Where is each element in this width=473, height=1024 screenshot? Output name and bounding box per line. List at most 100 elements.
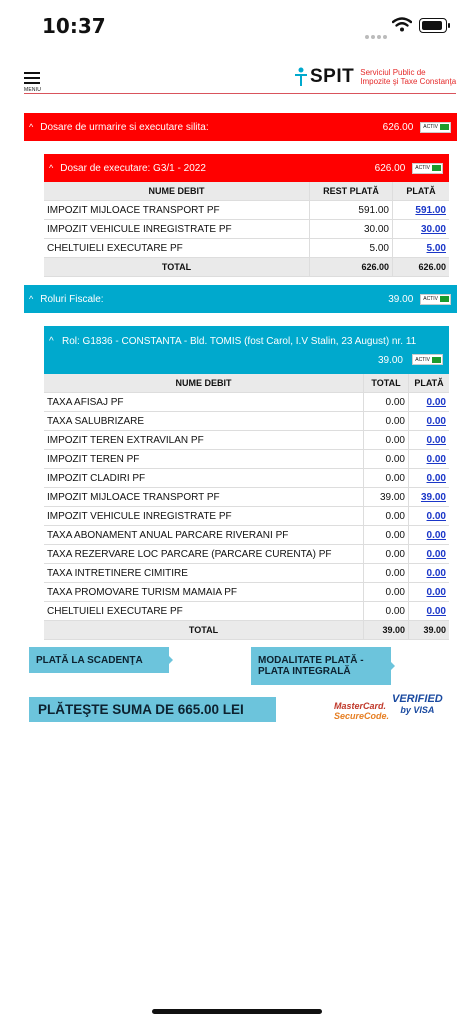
pay-cell: 0.00 [408, 525, 449, 545]
table-row: TAXA PROMOVARE TURISM MAMAIA PF 0.00 0.00 [44, 582, 449, 602]
table-row: IMPOZIT MIJLOACE TRANSPORT PF 591.00 591.0… [44, 200, 449, 220]
roluri-title: Roluri Fiscale: [40, 293, 104, 305]
home-indicator [152, 1009, 322, 1014]
status-badge: ACTIV [412, 354, 443, 365]
pay-cell: 0.00 [408, 468, 449, 488]
table-row: TAXA SALUBRIZARE 0.00 0.00 [44, 411, 449, 431]
total-pay: 39.00 [408, 620, 449, 640]
debit-amount: 591.00 [309, 200, 393, 220]
pay-amount-link[interactable]: 0.00 [427, 568, 446, 579]
pay-amount-link[interactable]: 39.00 [421, 492, 446, 503]
logo-name: SPIT [310, 66, 355, 87]
debit-name: TAXA INTRETINERE CIMITIRE [44, 563, 364, 583]
pay-cell: 0.00 [408, 506, 449, 526]
chevron-up-icon: ^ [49, 336, 54, 347]
debit-amount: 0.00 [363, 563, 409, 583]
pay-cell: 30.00 [392, 219, 449, 239]
table-row: IMPOZIT VEHICULE INREGISTRATE PF 0.00 0.00 [44, 506, 449, 526]
table-row: IMPOZIT CLADIRI PF 0.00 0.00 [44, 468, 449, 488]
dosare-amount: 626.00 [382, 121, 414, 133]
debit-amount: 0.00 [363, 582, 409, 602]
menu-button[interactable]: MENIU [24, 72, 41, 93]
arrow-right-icon [390, 661, 395, 671]
modalitate-plata-button[interactable]: MODALITATE PLATĂ - PLATA INTEGRALĂ [251, 647, 395, 685]
dosar-executare-header[interactable]: ^ Dosar de executare: G3/1 - 2022 626.00… [44, 154, 449, 182]
rol-debit-table: NUME DEBIT TOTAL PLATĂ TAXA AFISAJ PF 0.0… [44, 374, 449, 640]
dosare-panel-header[interactable]: ^ Dosare de urmarire si executare silita… [24, 113, 457, 141]
debit-name: TAXA PROMOVARE TURISM MAMAIA PF [44, 582, 364, 602]
table-row: IMPOZIT TEREN PF 0.00 0.00 [44, 449, 449, 469]
roluri-panel-header[interactable]: ^ Roluri Fiscale: 39.00 ACTIV [24, 285, 457, 313]
pay-cell: 0.00 [408, 582, 449, 602]
pay-amount-link[interactable]: 0.00 [427, 473, 446, 484]
debit-amount: 0.00 [363, 392, 409, 412]
pay-amount-link[interactable]: 0.00 [427, 454, 446, 465]
debit-amount: 0.00 [363, 601, 409, 621]
debit-name: CHELTUIELI EXECUTARE PF [44, 601, 364, 621]
pay-cell: 0.00 [408, 563, 449, 583]
plateste-suma-button[interactable]: PLĂTEŞTE SUMA DE 665.00 LEI [29, 697, 276, 722]
pay-cell: 591.00 [392, 200, 449, 220]
pay-cell: 0.00 [408, 392, 449, 412]
chevron-up-icon: ^ [29, 294, 34, 304]
pay-amount-link[interactable]: 0.00 [427, 416, 446, 427]
pay-amount-link[interactable]: 0.00 [427, 511, 446, 522]
pay-cell: 0.00 [408, 544, 449, 564]
table-row: TAXA ABONAMENT ANUAL PARCARE RIVERANI PF… [44, 525, 449, 545]
debit-amount: 0.00 [363, 525, 409, 545]
wifi-icon [391, 17, 413, 37]
plata-scadenta-button[interactable]: PLATĂ LA SCADENŢA [29, 647, 173, 673]
spit-logo-icon [295, 67, 307, 86]
pay-amount-link[interactable]: 0.00 [427, 587, 446, 598]
col-plata: PLATĂ [408, 374, 449, 393]
col-rest-plata: REST PLATĂ [309, 182, 393, 201]
signal-icon [365, 26, 389, 44]
pay-cell: 0.00 [408, 601, 449, 621]
status-badge: ACTIV [420, 121, 451, 133]
debit-name: IMPOZIT MIJLOACE TRANSPORT PF [44, 200, 310, 220]
table-row: TAXA REZERVARE LOC PARCARE (PARCARE CURE… [44, 544, 449, 564]
debit-name: IMPOZIT VEHICULE INREGISTRATE PF [44, 219, 310, 239]
pay-cell: 5.00 [392, 238, 449, 258]
chevron-up-icon: ^ [29, 122, 34, 132]
pay-cell: 0.00 [408, 430, 449, 450]
table-row: IMPOZIT MIJLOACE TRANSPORT PF 39.00 39.00 [44, 487, 449, 507]
total-pay: 626.00 [392, 257, 449, 277]
debit-amount: 0.00 [363, 506, 409, 526]
spit-logo[interactable]: SPIT Serviciul Public de Impozite şi Tax… [294, 66, 456, 88]
total-label: TOTAL [44, 620, 364, 640]
pay-amount-link[interactable]: 5.00 [427, 243, 446, 254]
debit-amount: 39.00 [363, 487, 409, 507]
verified-by-visa-logo: VERIFIED by VISA [392, 693, 443, 716]
dosar-debit-table: NUME DEBIT REST PLATĂ PLATĂ IMPOZIT MIJL… [44, 182, 449, 277]
pay-cell: 0.00 [408, 449, 449, 469]
rol-header[interactable]: ^ Rol: G1836 - CONSTANTA - Bld. TOMIS (f… [44, 326, 449, 374]
rol-amount: 39.00 [377, 355, 403, 366]
pay-amount-link[interactable]: 0.00 [427, 397, 446, 408]
roluri-amount: 39.00 [388, 293, 414, 305]
debit-name: IMPOZIT TEREN PF [44, 449, 364, 469]
col-total: TOTAL [363, 374, 409, 393]
debit-amount: 0.00 [363, 449, 409, 469]
col-plata: PLATĂ [392, 182, 449, 201]
dosar-executare-amount: 626.00 [374, 162, 406, 174]
battery-icon [419, 18, 450, 33]
table-row: IMPOZIT TEREN EXTRAVILAN PF 0.00 0.00 [44, 430, 449, 450]
pay-cell: 39.00 [408, 487, 449, 507]
pay-amount-link[interactable]: 0.00 [427, 606, 446, 617]
pay-amount-link[interactable]: 30.00 [421, 224, 446, 235]
col-nume-debit: NUME DEBIT [44, 182, 310, 201]
pay-amount-link[interactable]: 591.00 [415, 205, 446, 216]
pay-cell: 0.00 [408, 411, 449, 431]
table-header-row: NUME DEBIT TOTAL PLATĂ [44, 374, 449, 393]
debit-name: TAXA REZERVARE LOC PARCARE (PARCARE CURE… [44, 544, 364, 564]
chevron-up-icon: ^ [49, 163, 54, 173]
hamburger-icon [24, 72, 40, 74]
debit-amount: 0.00 [363, 430, 409, 450]
dosar-executare-title: Dosar de executare: G3/1 - 2022 [60, 162, 206, 174]
total-total: 39.00 [363, 620, 409, 640]
pay-amount-link[interactable]: 0.00 [427, 530, 446, 541]
pay-amount-link[interactable]: 0.00 [427, 435, 446, 446]
pay-amount-link[interactable]: 0.00 [427, 549, 446, 560]
dosare-title: Dosare de urmarire si executare silita: [40, 121, 209, 133]
